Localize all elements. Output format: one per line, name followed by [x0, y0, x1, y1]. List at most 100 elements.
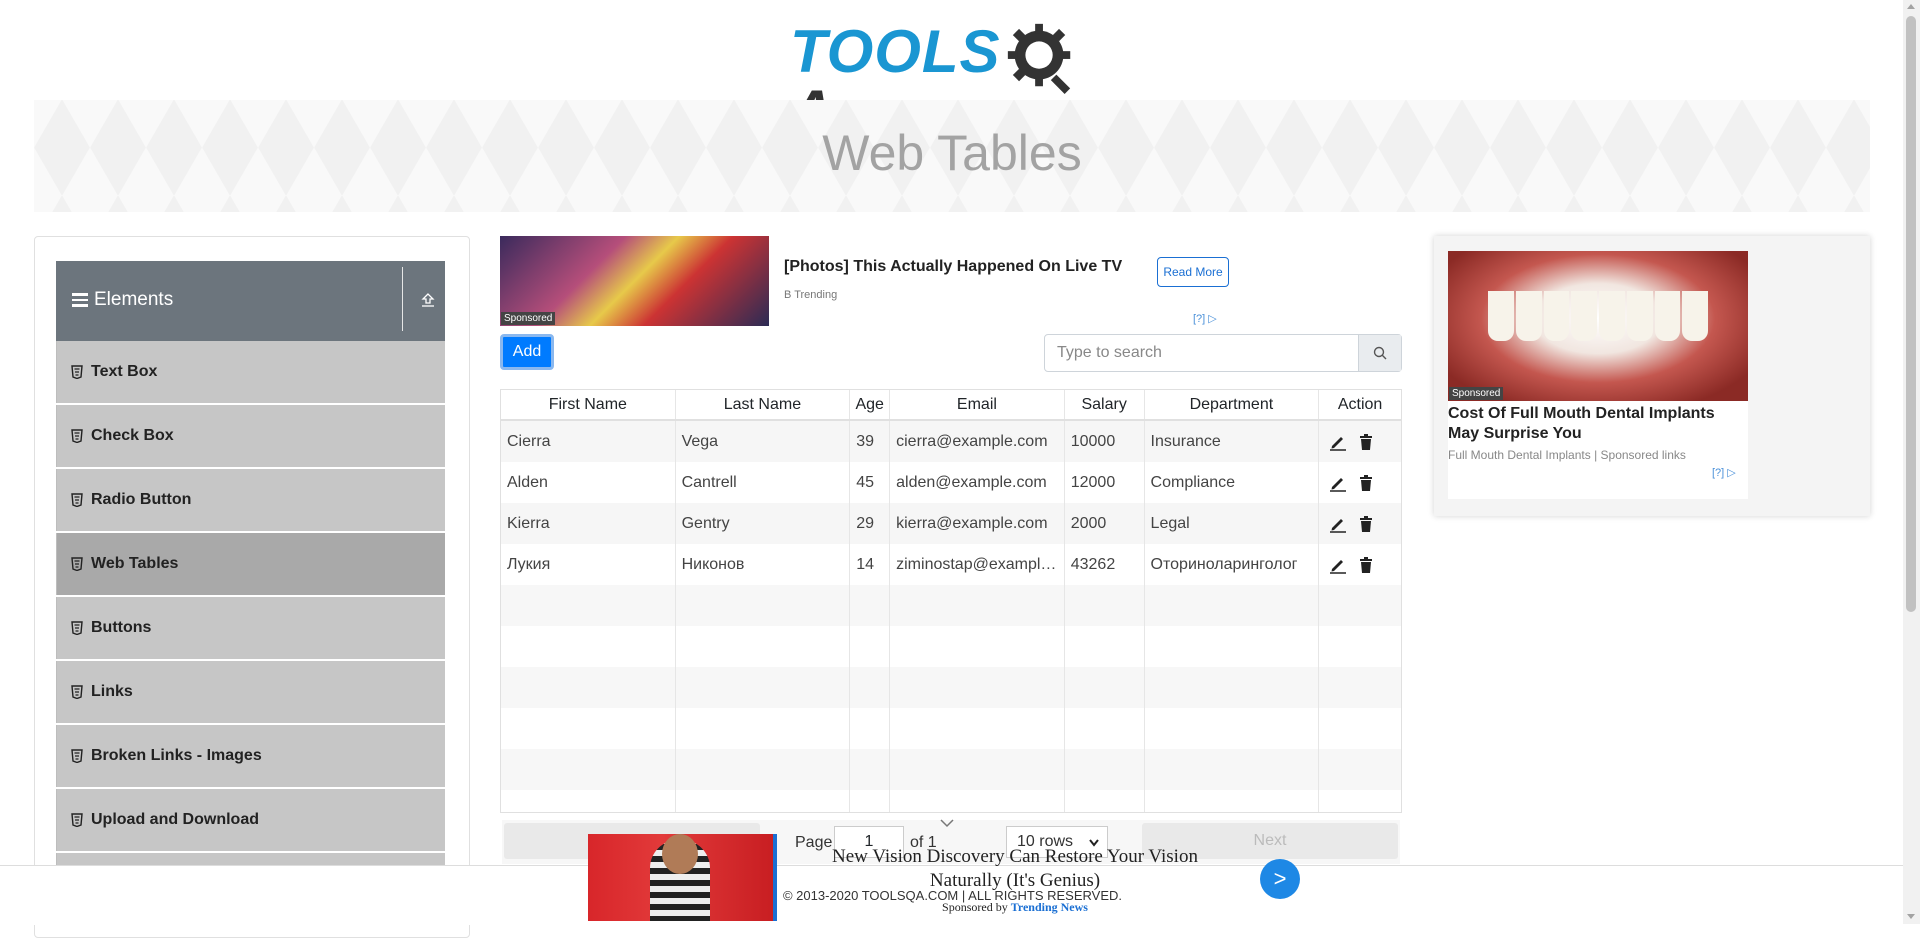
scroll-down-arrow-icon[interactable]	[1907, 914, 1915, 919]
scrollbar-thumb[interactable]	[1906, 16, 1916, 612]
pencil-icon[interactable]	[1329, 556, 1347, 574]
pencil-icon[interactable]	[1329, 474, 1347, 492]
trash-icon[interactable]	[1357, 556, 1375, 574]
html5-icon	[71, 621, 83, 635]
bottom-ad-title[interactable]: New Vision Discovery Can Restore Your Vi…	[800, 845, 1230, 893]
column-header-last-name[interactable]: Last Name	[676, 390, 851, 419]
cell-last-name: Никонов	[676, 544, 851, 585]
top-ad-image[interactable]: Sponsored	[500, 236, 769, 326]
add-button[interactable]: Add	[500, 334, 554, 370]
cell-first-name: Kierra	[501, 503, 676, 544]
search-button[interactable]	[1358, 335, 1401, 371]
right-ad-title[interactable]: Cost Of Full Mouth Dental Implants May S…	[1448, 404, 1748, 444]
sponsored-badge: Sponsored	[501, 312, 556, 325]
pencil-icon[interactable]	[1329, 433, 1347, 451]
cell-email: alden@example.com	[890, 462, 1065, 503]
empty-row	[501, 585, 1401, 626]
column-header-salary[interactable]: Salary	[1065, 390, 1145, 419]
cell-last-name: Cantrell	[676, 462, 851, 503]
sidebar-item-radio-button[interactable]: Radio Button	[56, 469, 445, 531]
adchoices-icon[interactable]: [?] ▷	[1712, 466, 1736, 479]
empty-row	[501, 667, 1401, 708]
top-ad-title[interactable]: [Photos] This Actually Happened On Live …	[784, 258, 1122, 276]
cell-last-name: Gentry	[676, 503, 851, 544]
html5-icon	[71, 813, 83, 827]
search-input[interactable]	[1045, 335, 1359, 371]
cell-age: 39	[850, 421, 891, 462]
search-box	[1044, 334, 1402, 372]
adchoices-label: [?]	[1712, 467, 1725, 479]
cell-action	[1319, 421, 1401, 462]
right-ad[interactable]: Sponsored Cost Of Full Mouth Dental Impl…	[1434, 236, 1870, 516]
column-header-email[interactable]: Email	[890, 390, 1065, 419]
hamburger-icon	[72, 293, 88, 307]
sidebar-item-label: Text Box	[91, 363, 158, 380]
read-more-button[interactable]: Read More	[1157, 257, 1229, 287]
right-ad-source[interactable]: Full Mouth Dental Implants | Sponsored l…	[1448, 448, 1686, 462]
sidebar-item-check-box[interactable]: Check Box	[56, 405, 445, 467]
html5-icon	[71, 557, 83, 571]
html5-icon	[71, 365, 83, 379]
trash-icon[interactable]	[1357, 515, 1375, 533]
empty-row	[501, 708, 1401, 749]
gear-magnifier-icon	[1007, 23, 1071, 94]
page-title: Web Tables	[822, 125, 1082, 181]
sidebar-item-upload-download[interactable]: Upload and Download	[56, 789, 445, 851]
cell-last-name: Vega	[676, 421, 851, 462]
html5-icon	[71, 493, 83, 507]
sidebar-item-web-tables[interactable]: Web Tables	[56, 533, 445, 595]
right-ad-image[interactable]: Sponsored	[1448, 251, 1748, 401]
column-header-age[interactable]: Age	[850, 390, 891, 419]
bottom-ad-go-button[interactable]: >	[1260, 859, 1300, 899]
elements-group-header[interactable]: Elements	[56, 261, 445, 341]
pencil-icon[interactable]	[1329, 515, 1347, 533]
sponsored-badge: Sponsored	[1449, 387, 1504, 400]
bottom-ad-accent	[773, 834, 777, 921]
column-header-first-name[interactable]: First Name	[501, 390, 676, 419]
table-header: First Name Last Name Age Email Salary De…	[501, 390, 1401, 421]
empty-row	[501, 749, 1401, 790]
cell-action	[1319, 503, 1401, 544]
table-row: Лукия Никонов 14 ziminostap@example.com …	[501, 544, 1401, 585]
sidebar-menu: Text Box Check Box Radio Button Web Tabl…	[56, 341, 445, 917]
cell-action	[1319, 544, 1401, 585]
html5-icon	[71, 429, 83, 443]
header-divider	[402, 267, 403, 331]
cell-department: Insurance	[1145, 421, 1320, 462]
upload-icon[interactable]	[421, 293, 435, 307]
cell-email: cierra@example.com	[890, 421, 1065, 462]
cell-salary: 43262	[1065, 544, 1145, 585]
sidebar-item-links[interactable]: Links	[56, 661, 445, 723]
sidebar-item-text-box[interactable]: Text Box	[56, 341, 445, 403]
bottom-ad-sponsor[interactable]: Sponsored by Trending News	[800, 900, 1230, 915]
column-header-department[interactable]: Department	[1145, 390, 1320, 419]
cell-first-name: Cierra	[501, 421, 676, 462]
sidebar-item-buttons[interactable]: Buttons	[56, 597, 445, 659]
trash-icon[interactable]	[1357, 474, 1375, 492]
cell-age: 45	[850, 462, 891, 503]
ad-person-head	[662, 834, 698, 874]
trash-icon[interactable]	[1357, 433, 1375, 451]
toolsqa-logo[interactable]: TOOLSA	[790, 14, 1115, 142]
cell-department: Оториноларинголог	[1145, 544, 1320, 585]
scroll-up-arrow-icon[interactable]	[1907, 4, 1915, 9]
sidebar-item-label: Check Box	[91, 427, 174, 444]
top-ad-source[interactable]: B Trending	[784, 289, 837, 301]
page-banner: Web Tables	[34, 100, 1870, 212]
empty-row	[501, 626, 1401, 667]
sidebar-item-label: Web Tables	[91, 555, 179, 572]
group-title: Elements	[94, 289, 174, 310]
adchoices-icon[interactable]: [?] ▷	[1193, 312, 1217, 325]
sidebar-item-label: Links	[91, 683, 133, 700]
sidebar-item-label: Buttons	[91, 619, 152, 636]
html5-icon	[71, 749, 83, 763]
collapse-chevron-icon[interactable]	[940, 818, 954, 828]
cell-department: Compliance	[1145, 462, 1320, 503]
column-header-action: Action	[1337, 396, 1383, 413]
sidebar-item-label: Radio Button	[91, 491, 192, 508]
cell-age: 14	[850, 544, 891, 585]
teeth-graphic	[1488, 291, 1708, 341]
bottom-ad-image[interactable]	[588, 834, 773, 921]
sidebar-item-broken-links[interactable]: Broken Links - Images	[56, 725, 445, 787]
table-row: Kierra Gentry 29 kierra@example.com 2000…	[501, 503, 1401, 544]
